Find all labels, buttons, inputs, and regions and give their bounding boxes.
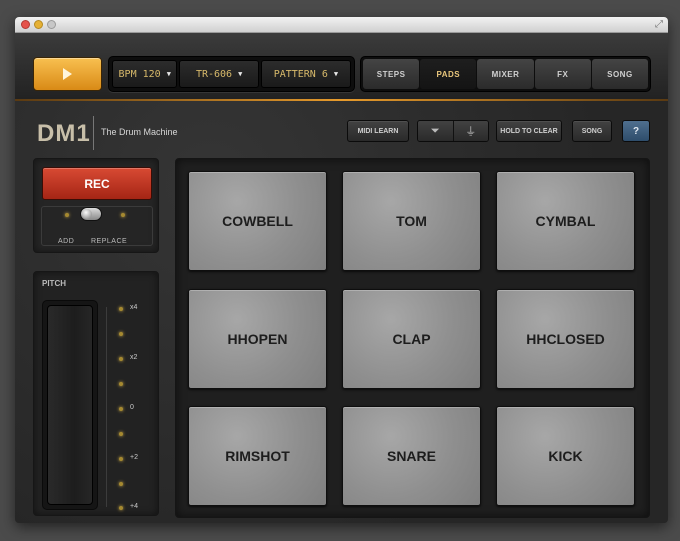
mode-replace-label: REPLACE: [91, 238, 128, 245]
pad-tom[interactable]: TOM: [342, 171, 481, 271]
play-icon: [63, 68, 72, 80]
pitch-scale-line: [106, 307, 107, 507]
app-subtitle: The Drum Machine: [101, 127, 178, 137]
pitch-panel: PITCH x4 x2 0 +2 +4: [33, 271, 159, 516]
logo-divider: [93, 116, 94, 150]
pad-cymbal[interactable]: CYMBAL: [496, 171, 635, 271]
mode-add-label: ADD: [58, 238, 75, 245]
pitch-scale-label: x4: [130, 304, 138, 311]
tab-mixer[interactable]: MIXER: [477, 59, 534, 89]
kit-selector[interactable]: TR-606 ▼: [179, 60, 259, 88]
close-window-button[interactable]: [21, 20, 30, 29]
kit-value: TR-606: [195, 68, 233, 80]
pad-cowbell[interactable]: COWBELL: [188, 171, 327, 271]
scale-led-icon: [119, 382, 123, 386]
view-tabs: STEPS PADS MIXER FX SONG: [360, 56, 651, 92]
pitch-slider[interactable]: [42, 300, 98, 510]
pad-hhclosed[interactable]: HHCLOSED: [496, 289, 635, 389]
pitch-scale-label: +4: [130, 503, 138, 510]
dropdown-arrow-icon: ▼: [238, 70, 243, 78]
scale-led-icon: [119, 432, 123, 436]
tab-pads[interactable]: PADS: [420, 59, 477, 89]
tab-song[interactable]: SONG: [591, 59, 649, 89]
main-area: DM1 The Drum Machine MIDI LEARN ⏷ ⏚ HOLD…: [15, 101, 668, 523]
pitch-scale-label: x2: [130, 354, 138, 361]
zoom-window-button[interactable]: [47, 20, 56, 29]
bpm-value: BPM 120: [118, 68, 161, 80]
minimize-window-button[interactable]: [34, 20, 43, 29]
scale-led-icon: [119, 407, 123, 411]
scale-led-icon: [119, 457, 123, 461]
song-button[interactable]: SONG: [572, 120, 612, 142]
fullscreen-icon[interactable]: ⤢: [655, 19, 663, 30]
pad-snare[interactable]: SNARE: [342, 406, 481, 506]
dropdown-arrow-icon: ▼: [166, 70, 171, 78]
pitch-scale-label: 0: [130, 404, 134, 411]
pitch-slider-track[interactable]: [47, 305, 93, 505]
pads-grid: COWBELL TOM CYMBAL HHOPEN CLAP HHCLOSED …: [175, 158, 650, 518]
pattern-selector[interactable]: PATTERN 6 ▼: [260, 60, 352, 88]
title-bar: ⤢: [15, 17, 668, 33]
help-button[interactable]: ?: [622, 120, 650, 142]
scale-led-icon: [119, 307, 123, 311]
play-button[interactable]: [33, 57, 102, 91]
pad-kick[interactable]: KICK: [496, 406, 635, 506]
pitch-scale-label: +2: [130, 454, 138, 461]
midi-learn-button[interactable]: MIDI LEARN: [347, 120, 409, 142]
toggle-knob: [82, 209, 92, 219]
replace-led-icon: [121, 213, 125, 217]
scale-led-icon: [119, 357, 123, 361]
funnel-icon[interactable]: ⏷: [418, 121, 454, 141]
pad-hhopen[interactable]: HHOPEN: [188, 289, 327, 389]
hold-to-clear-button[interactable]: HOLD TO CLEAR: [496, 120, 562, 142]
pad-clap[interactable]: CLAP: [342, 289, 481, 389]
app-logo: DM1: [37, 120, 91, 147]
dropdown-arrow-icon: ▼: [333, 70, 339, 78]
add-led-icon: [65, 213, 69, 217]
tab-fx[interactable]: FX: [534, 59, 591, 89]
record-mode-toggle[interactable]: [80, 207, 102, 221]
record-panel: REC ADD REPLACE: [33, 158, 159, 253]
pad-rimshot[interactable]: RIMSHOT: [188, 406, 327, 506]
metronome-icon[interactable]: ⏚: [453, 121, 488, 141]
top-toolbar: BPM 120 ▼ TR-606 ▼ PATTERN 6 ▼ STEPS PAD…: [15, 33, 668, 101]
transport-selectors: BPM 120 ▼ TR-606 ▼ PATTERN 6 ▼: [108, 56, 355, 92]
metronome-buttons: ⏷ ⏚: [417, 120, 489, 142]
pitch-title: PITCH: [42, 279, 66, 288]
bpm-selector[interactable]: BPM 120 ▼: [112, 60, 178, 88]
app-window: ⤢ BPM 120 ▼ TR-606 ▼ PATTERN 6 ▼ STEPS P…: [15, 17, 668, 523]
tab-steps[interactable]: STEPS: [363, 59, 420, 89]
scale-led-icon: [119, 482, 123, 486]
rec-button[interactable]: REC: [42, 167, 152, 200]
scale-led-icon: [119, 506, 123, 510]
pattern-value: PATTERN 6: [273, 68, 328, 80]
scale-led-icon: [119, 332, 123, 336]
